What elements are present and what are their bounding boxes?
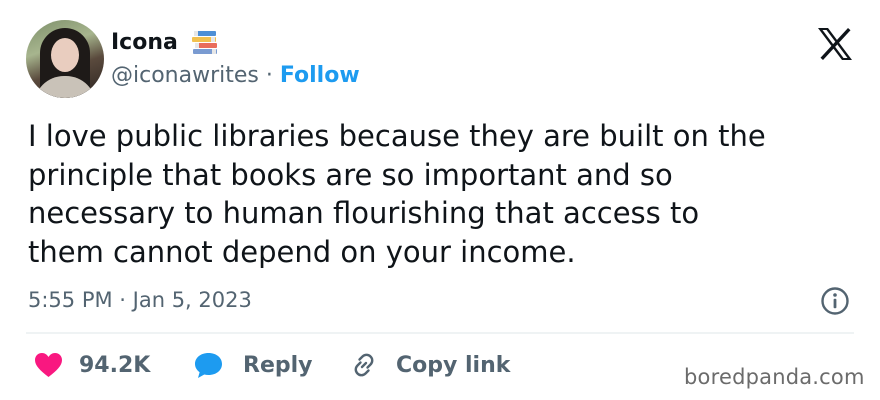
- author-name[interactable]: Icona: [111, 28, 178, 58]
- info-icon[interactable]: [819, 285, 851, 317]
- author-handle-row: @iconawrites · Follow: [111, 61, 360, 91]
- separator-dot: ·: [265, 63, 273, 88]
- watermark: boredpanda.com: [684, 365, 865, 389]
- heart-icon: [35, 353, 62, 377]
- tweet-text: I love public libraries because they are…: [28, 117, 858, 271]
- tweet-line: necessary to human flourishing that acce…: [28, 196, 700, 230]
- avatar[interactable]: [26, 20, 104, 98]
- tweet-line: principle that books are so important an…: [28, 157, 673, 192]
- like-button[interactable]: 94.2K: [34, 348, 150, 382]
- copy-link-button[interactable]: Copy link: [349, 348, 510, 382]
- reply-label: Reply: [243, 352, 313, 378]
- like-count: 94.2K: [79, 352, 151, 378]
- tweet-card: Icona @iconawrites · Follow I love publi…: [0, 0, 880, 400]
- tweet-timestamp[interactable]: 5:55 PM · Jan 5, 2023: [28, 285, 252, 315]
- follow-button[interactable]: Follow: [280, 63, 360, 88]
- author-handle[interactable]: @iconawrites: [111, 63, 259, 88]
- books-icon: [192, 31, 217, 54]
- link-icon: [354, 353, 374, 377]
- divider: [26, 332, 854, 334]
- tweet-line: them cannot depend on your income.: [28, 234, 576, 269]
- copy-link-label: Copy link: [396, 352, 511, 378]
- x-logo-icon[interactable]: [815, 26, 855, 62]
- tweet-line: I love public libraries because they are…: [28, 119, 766, 153]
- reply-bubble-icon: [195, 353, 222, 378]
- reply-button[interactable]: Reply: [193, 348, 313, 382]
